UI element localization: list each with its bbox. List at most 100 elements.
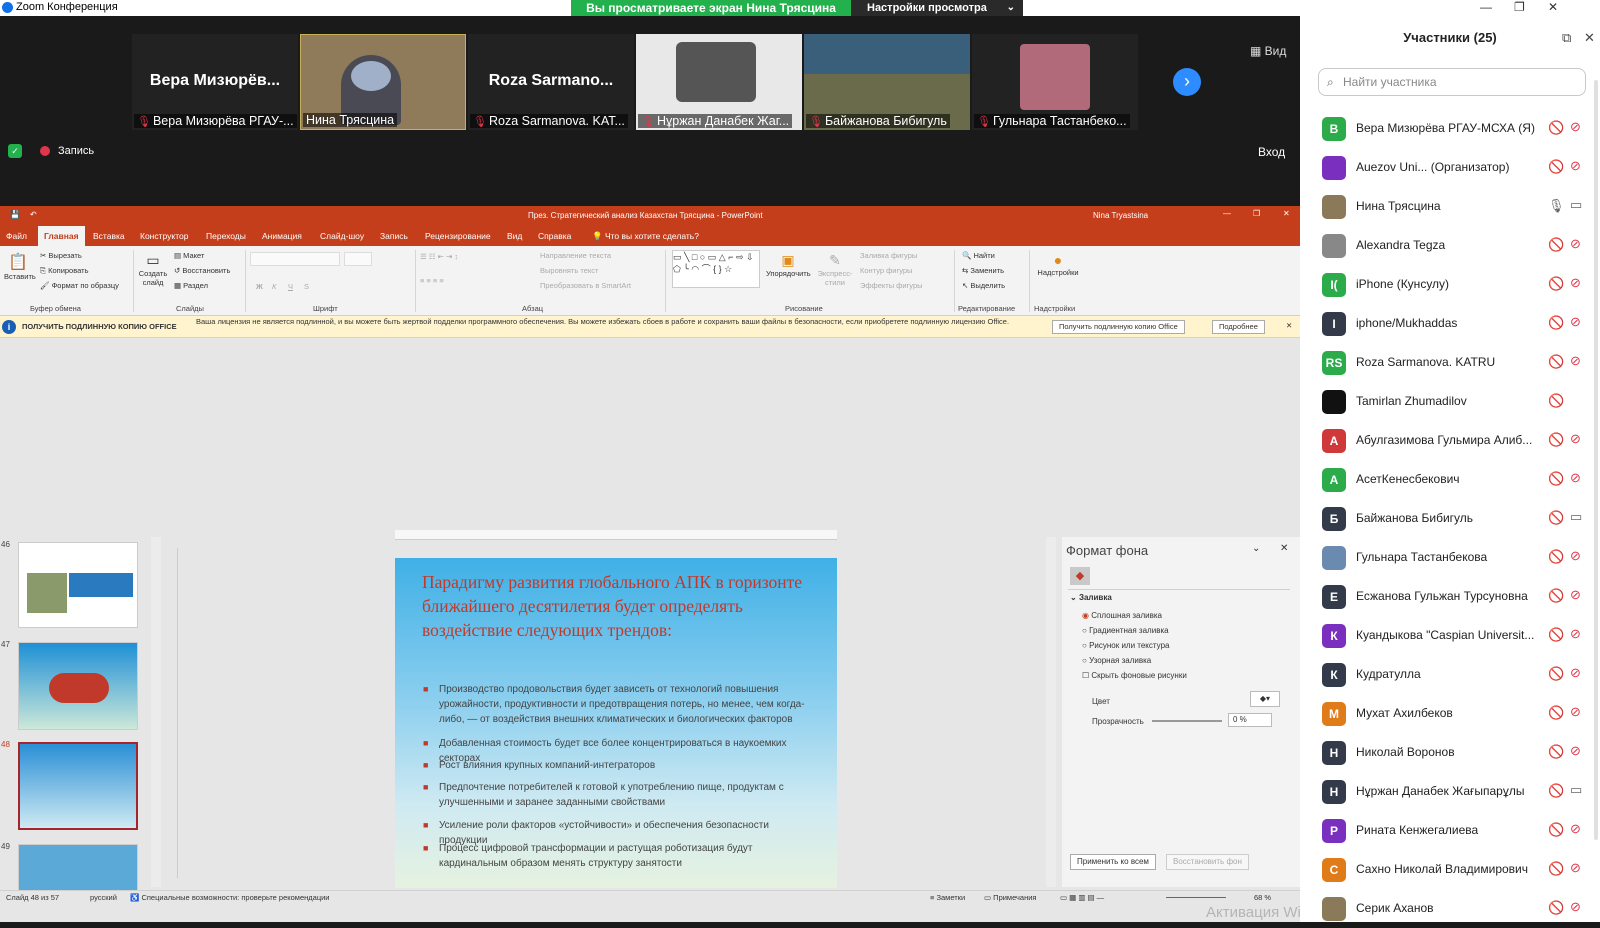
close-icon[interactable]: ✕ [1283,209,1290,218]
apply-all-button[interactable]: Применить ко всем [1070,854,1156,870]
restore-icon[interactable]: ❐ [1514,0,1525,14]
participant-search-input[interactable]: ⌕ Найти участника [1318,68,1586,96]
camera-off-icon[interactable]: ⊘ [1570,704,1581,720]
mic-off-icon[interactable]: 🚫 [1548,510,1564,526]
participant-row[interactable]: Е Есжанова Гульжан Турсуновна 🚫 ⊘ [1300,578,1600,616]
recording-label[interactable]: Запись [58,145,94,157]
tab-insert[interactable]: Вставка [93,231,125,241]
participant-row[interactable]: К Кудратулла 🚫 ⊘ [1300,656,1600,694]
underline-button[interactable]: Ч [288,282,293,291]
camera-off-icon[interactable]: ⊘ [1570,158,1581,174]
mic-off-icon[interactable]: 🚫 [1548,744,1564,760]
close-icon[interactable]: ✕ [1286,321,1292,330]
camera-off-icon[interactable]: ⊘ [1570,314,1581,330]
undo-icon[interactable]: ↶ [30,210,37,219]
mic-off-icon[interactable]: 🚫 [1548,432,1564,448]
shadow-button[interactable]: S [304,282,309,291]
radio-pattern-fill[interactable]: ○ Узорная заливка [1082,656,1151,665]
addins-button[interactable]: ● Надстройки [1036,252,1080,277]
text-direction-button[interactable]: Направление текста [540,251,611,260]
mic-off-icon[interactable]: 🚫 [1548,315,1564,331]
copy-button[interactable]: ⎘ Копировать [40,266,88,276]
popout-icon[interactable]: ⧉ [1562,30,1571,46]
accessibility-status[interactable]: ♿ Специальные возможности: проверьте рек… [130,893,330,902]
participant-row[interactable]: RS Roza Sarmanova. KATRU 🚫 ⊘ [1300,344,1600,382]
tab-design[interactable]: Конструктор [140,231,188,241]
zoom-slider[interactable] [1166,897,1226,898]
minimize-icon[interactable]: — [1480,0,1492,14]
bold-button[interactable]: Ж [256,282,263,291]
video-tile[interactable]: 🎙 Гульнара Тастанбеко... [972,34,1138,130]
camera-off-icon[interactable]: ⊘ [1570,743,1581,759]
shape-outline-button[interactable]: Контур фигуры [860,266,912,275]
participant-row[interactable]: А Абулгазимова Гульмира Алиб... 🚫 ⊘ [1300,422,1600,460]
participant-row[interactable]: Серик Аханов 🚫 ⊘ [1300,890,1600,928]
tab-home[interactable]: Главная [38,226,85,246]
mic-off-icon[interactable]: 🚫 [1548,666,1564,682]
minimize-icon[interactable]: — [1223,209,1231,218]
mic-off-icon[interactable]: 🚫 [1548,861,1564,877]
video-tile[interactable]: Roza Sarmano... 🎙 Roza Sarmanova. KAT... [468,34,634,130]
tab-review[interactable]: Рецензирование [425,231,491,241]
camera-off-icon[interactable]: ⊘ [1570,821,1581,837]
participant-row[interactable]: В Вера Мизюрёва РГАУ-МСХА (Я) 🚫 ⊘ [1300,110,1600,148]
select-button[interactable]: ↖ Выделить [962,281,1005,290]
mic-off-icon[interactable]: 🚫 [1548,900,1564,916]
quick-styles-button[interactable]: ✎ Экспресс-стили [816,252,854,287]
cut-button[interactable]: ✂ Вырезать [40,251,82,260]
video-tile[interactable]: 🎙 Нұржан Данабек Жаг... [636,34,802,130]
chevron-down-icon[interactable]: ⌄ [1252,543,1260,554]
paste-button[interactable]: 📋 Вставить [4,252,36,281]
next-page-button[interactable]: › [1173,68,1201,96]
video-tile[interactable]: 🎙 Байжанова Бибигуль [804,34,970,130]
participant-row[interactable]: Н Нұржан Данабек Жағыпарұлы 🚫 ▭ [1300,773,1600,811]
camera-off-icon[interactable]: ⊘ [1570,236,1581,252]
tell-me-search[interactable]: 💡 Что вы хотите сделать? [592,231,699,242]
camera-off-icon[interactable]: ⊘ [1570,119,1581,135]
camera-on-icon[interactable]: ▭ [1570,197,1582,213]
mic-off-icon[interactable]: 🚫 [1548,783,1564,799]
comments-button[interactable]: ▭ Примечания [984,893,1036,902]
more-info-button[interactable]: Подробнее [1212,320,1265,334]
reset-background-button[interactable]: Восстановить фон [1166,854,1249,870]
current-slide[interactable]: Парадигму развития глобального АПК в гор… [395,558,837,888]
mic-off-icon[interactable]: 🚫 [1548,471,1564,487]
fill-section[interactable]: ⌄ Заливка [1070,593,1112,602]
camera-off-icon[interactable]: ⊘ [1570,470,1581,486]
mic-off-icon[interactable]: 🚫 [1548,627,1564,643]
participant-row[interactable]: Нина Трясцина 🎙 ▭ [1300,188,1600,226]
close-icon[interactable]: ✕ [1548,0,1558,14]
italic-button[interactable]: К [272,282,276,291]
shape-effects-button[interactable]: Эффекты фигуры [860,281,923,290]
camera-off-icon[interactable]: ⊘ [1570,275,1581,291]
participant-row[interactable]: С Сахно Николай Владимирович 🚫 ⊘ [1300,851,1600,889]
radio-picture-fill[interactable]: ○ Рисунок или текстура [1082,641,1169,650]
participant-row[interactable]: К Куандыкова "Caspian Universit... 🚫 ⊘ [1300,617,1600,655]
smartart-button[interactable]: Преобразовать в SmartArt [540,281,631,290]
mic-off-icon[interactable]: 🚫 [1548,237,1564,253]
new-slide-button[interactable]: ▭ Создать слайд [138,252,168,287]
tab-view[interactable]: Вид [507,231,522,241]
tab-animation[interactable]: Анимация [262,231,302,241]
hide-bg-checkbox[interactable]: ☐ Скрыть фоновые рисунки [1082,671,1187,680]
mic-off-icon[interactable]: 🚫 [1548,822,1564,838]
mic-off-icon[interactable]: 🚫 [1548,393,1564,409]
font-name-select[interactable] [250,252,340,266]
close-icon[interactable]: ✕ [1280,543,1288,554]
login-button[interactable]: Вход [1258,145,1285,159]
shield-icon[interactable]: ✓ [8,144,22,158]
mic-off-icon[interactable]: 🚫 [1548,120,1564,136]
camera-on-icon[interactable]: ▭ [1570,509,1582,525]
reset-button[interactable]: ↺ Восстановить [174,266,230,275]
replace-button[interactable]: ⇆ Заменить [962,266,1004,275]
tab-help[interactable]: Справка [538,231,571,241]
layout-button[interactable]: ▤ Макет [174,251,204,260]
transparency-input[interactable]: 0 % [1228,713,1272,727]
fill-bucket-icon[interactable]: ◆ [1070,567,1090,585]
radio-gradient-fill[interactable]: ○ Градиентная заливка [1082,626,1169,635]
shapes-gallery[interactable]: ▭ ╲ □ ○ ▭ △ ⌐ ⇨ ⇩ ⬠ ╰ ◠ ⌒ { } ☆ [672,250,760,288]
camera-on-icon[interactable]: ▭ [1570,782,1582,798]
save-icon[interactable]: 💾 [10,210,20,219]
get-genuine-button[interactable]: Получить подлинную копию Office [1052,320,1185,334]
align-text-button[interactable]: Выровнять текст [540,266,598,275]
